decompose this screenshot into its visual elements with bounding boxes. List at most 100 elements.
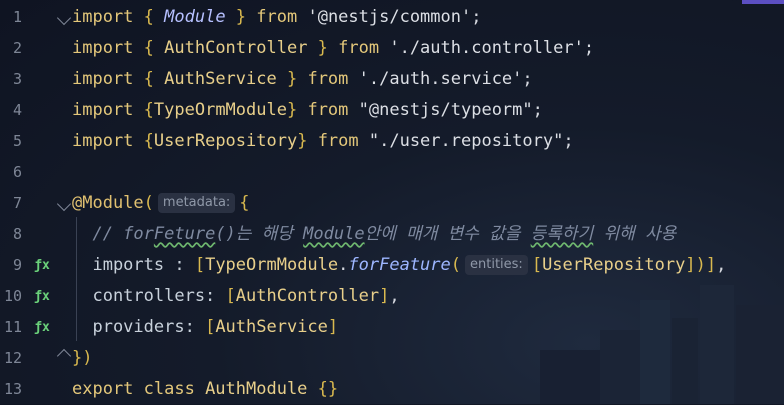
code-token: } [286,100,308,120]
code-token: } [276,69,308,89]
code-text: // forFeture()는 해당 Module안에 매개 변수 값을 등록하… [72,219,676,250]
code-line[interactable]: 12}) [0,343,784,374]
code-token: [ [225,286,236,306]
line-number: 13 [3,380,22,398]
code-token: providers: [72,317,206,337]
code-line[interactable]: 3 import { AuthService } from './auth.ser… [0,64,784,95]
run-gutter-icon[interactable]: ƒx [34,312,50,343]
code-token: [ [194,255,206,275]
parameter-hint: metadata: [157,193,236,213]
code-line[interactable]: 1 import { Module } from '@nestjs/common'… [0,2,784,33]
code-token: ; [522,69,533,89]
parameter-hint: entities: [465,255,528,275]
code-token: export class [72,379,206,399]
code-token: ] [379,286,390,306]
code-editor[interactable]: 1 import { Module } from '@nestjs/common'… [0,0,784,404]
line-number: 9 [12,256,22,274]
code-line[interactable]: 6 [0,157,784,188]
code-token: './auth.controller' [389,38,584,58]
code-token: 등록하기 [530,224,594,244]
code-token: ; [583,38,595,58]
code-token: forFeature [348,255,451,275]
line-number: 2 [12,39,22,57]
code-token: import [72,100,144,120]
code-token: from [307,100,359,120]
code-text: imports : [TypeOrmModule.forFeature(enti… [72,250,726,281]
code-token: { [143,69,165,89]
code-token: { [239,193,250,213]
code-token: Module [164,7,226,27]
code-token: { [143,131,154,151]
line-number: 5 [12,132,22,150]
code-token: from [256,7,308,27]
code-token: import [72,131,144,151]
code-token: // for [72,224,154,244]
code-token: import [72,7,144,27]
code-token: AuthModule [205,379,318,399]
code-token: import [72,69,144,89]
line-number: 12 [3,349,22,367]
code-token: imports : [72,255,195,275]
code-text: controllers: [AuthController], [72,281,400,312]
code-text: providers: [AuthService] [72,312,338,343]
code-token: AuthService [215,317,328,337]
code-line[interactable]: 11 ƒx providers: [AuthService] [0,312,784,343]
code-token: AuthController [235,286,380,306]
code-token: } [307,38,339,58]
code-text: }) [72,343,92,374]
code-line[interactable]: 9 ƒx imports : [TypeOrmModule.forFeature(… [0,250,784,281]
line-number: 10 [3,287,22,305]
code-token: ]) [685,255,706,275]
code-line[interactable]: 10 ƒx controllers: [AuthController], [0,281,784,312]
fold-chevron-icon[interactable] [56,196,72,212]
code-line[interactable]: 13 export class AuthModule {} [0,374,784,405]
code-token: Module [303,224,365,244]
code-line[interactable]: 7 @Module(metadata:{ [0,188,784,219]
code-token: Feture [153,224,216,244]
code-line[interactable]: 5 import {UserRepository} from "./user.re… [0,126,784,157]
run-gutter-icon[interactable]: ƒx [34,281,50,312]
code-token: @Module [72,193,144,213]
code-token: from [338,38,390,58]
code-token: ; [563,131,574,151]
code-text: import {TypeOrmModule} from "@nestjs/typ… [72,95,543,126]
code-token: "@nestjs/typeorm" [358,100,533,120]
code-text: import { Module } from '@nestjs/common'; [72,2,481,33]
code-token: AuthController [164,38,308,58]
code-token: UserRepository [542,255,686,275]
line-number: 1 [12,8,22,26]
code-line[interactable]: 4 import {TypeOrmModule} from "@nestjs/ty… [0,95,784,126]
code-token: 위해 사용 [593,224,677,244]
code-token: controllers: [72,286,226,306]
fold-chevron-icon[interactable] [56,348,72,364]
code-token: { [143,38,165,58]
code-token: ; [471,7,482,27]
run-gutter-icon[interactable]: ƒx [34,250,50,281]
code-token: UserRepository [153,131,298,151]
code-line[interactable]: 8 // forFeture()는 해당 Module안에 매개 변수 값을 등… [0,219,784,250]
code-token: [ [205,317,216,337]
line-number: 7 [12,194,22,212]
code-token: }) [72,348,93,368]
code-token: . [338,255,349,275]
code-token: AuthService [164,69,277,89]
code-text: export class AuthModule {} [72,374,338,405]
code-token: , [389,286,400,306]
code-text: import {UserRepository} from "./user.rep… [72,126,574,157]
code-token: { [143,100,154,120]
fold-chevron-icon[interactable] [56,10,72,26]
line-number: 8 [12,225,22,243]
code-token: TypeOrmModule [153,100,287,120]
code-text: import { AuthController } from './auth.c… [72,33,594,64]
code-token: ; [532,100,543,120]
code-token: './auth.service' [358,69,523,89]
code-token: '@nestjs/common' [307,7,472,27]
code-token: } [297,131,318,151]
code-token: ( [450,255,461,275]
code-token: import [72,38,144,58]
code-token: { [143,7,165,27]
line-number: 11 [3,318,22,336]
code-token: 안에 매개 변수 값을 [364,224,531,244]
code-text: @Module(metadata:{ [72,188,250,219]
code-line[interactable]: 2 import { AuthController } from './auth.… [0,33,784,64]
